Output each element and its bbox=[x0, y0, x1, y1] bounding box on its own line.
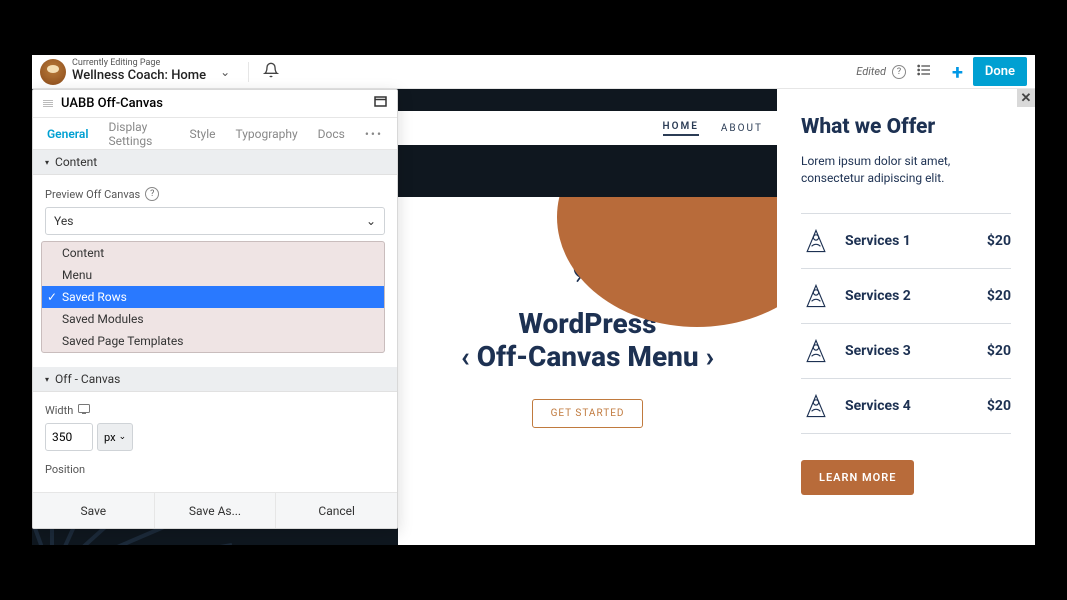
service-name: Services 1 bbox=[845, 233, 973, 249]
width-input[interactable] bbox=[45, 423, 93, 451]
done-button[interactable]: Done bbox=[973, 57, 1027, 86]
add-icon[interactable]: + bbox=[952, 60, 963, 84]
chevron-down-icon[interactable]: ⌄ bbox=[220, 65, 230, 79]
nav-home[interactable]: HOME bbox=[663, 121, 699, 136]
option-menu[interactable]: Menu bbox=[42, 264, 384, 286]
service-row[interactable]: Services 2 $20 bbox=[801, 269, 1011, 324]
panel-tabs: General Display Settings Style Typograph… bbox=[33, 118, 397, 150]
chevron-down-icon: ⌄ bbox=[119, 432, 127, 442]
page-title-block[interactable]: Currently Editing Page Wellness Coach: H… bbox=[72, 59, 206, 83]
section-offcanvas-toggle[interactable]: ▾Off - Canvas bbox=[33, 367, 397, 392]
get-started-button[interactable]: GET STARTED bbox=[532, 399, 644, 428]
page-title: Wellness Coach: Home bbox=[72, 69, 206, 83]
yoga-icon bbox=[801, 283, 831, 309]
preview-select[interactable]: Yes ⌄ bbox=[45, 207, 385, 235]
panel-header[interactable]: UABB Off-Canvas bbox=[33, 90, 397, 118]
tab-general[interactable]: General bbox=[47, 127, 88, 141]
cancel-button[interactable]: Cancel bbox=[276, 493, 397, 528]
settings-panel: UABB Off-Canvas General Display Settings… bbox=[32, 89, 398, 529]
offcanvas-blurb: Lorem ipsum dolor sit amet, consectetur … bbox=[801, 153, 1011, 187]
responsive-icon[interactable] bbox=[78, 404, 90, 417]
tab-docs[interactable]: Docs bbox=[318, 127, 345, 141]
chevron-down-icon: ⌄ bbox=[366, 214, 376, 228]
offcanvas-heading: What we Offer bbox=[801, 115, 1011, 139]
tab-style[interactable]: Style bbox=[190, 127, 216, 141]
service-name: Services 4 bbox=[845, 398, 973, 414]
site-nav: HOME ABOUT bbox=[398, 111, 777, 145]
tab-typography[interactable]: Typography bbox=[236, 127, 298, 141]
outline-icon[interactable] bbox=[916, 62, 932, 82]
yoga-icon bbox=[553, 227, 623, 297]
beaver-logo-icon bbox=[40, 59, 66, 85]
option-content[interactable]: Content bbox=[42, 242, 384, 264]
help-icon[interactable]: ? bbox=[145, 187, 159, 201]
width-label: Width bbox=[45, 404, 385, 417]
service-price: $20 bbox=[987, 288, 1011, 304]
option-saved-page-templates[interactable]: Saved Page Templates bbox=[42, 330, 384, 352]
section-content-toggle[interactable]: ▾Content bbox=[33, 150, 397, 175]
top-toolbar: Currently Editing Page Wellness Coach: H… bbox=[32, 55, 1035, 89]
learn-more-button[interactable]: LEARN MORE bbox=[801, 460, 914, 495]
nav-about[interactable]: ABOUT bbox=[721, 123, 763, 134]
hero-title-2: ‹ Off-Canvas Menu › bbox=[461, 340, 714, 373]
tab-display-settings[interactable]: Display Settings bbox=[108, 120, 169, 148]
option-saved-modules[interactable]: Saved Modules bbox=[42, 308, 384, 330]
service-row[interactable]: Services 3 $20 bbox=[801, 324, 1011, 379]
save-button[interactable]: Save bbox=[33, 493, 155, 528]
tabs-more-icon[interactable]: ••• bbox=[365, 127, 383, 141]
help-icon[interactable]: ? bbox=[892, 65, 906, 79]
yoga-icon bbox=[801, 338, 831, 364]
service-row[interactable]: Services 1 $20 bbox=[801, 213, 1011, 269]
yoga-icon bbox=[801, 393, 831, 419]
save-as-button[interactable]: Save As... bbox=[155, 493, 277, 528]
maximize-icon[interactable] bbox=[374, 96, 387, 111]
content-type-dropdown: Content Menu Saved Rows Saved Modules Sa… bbox=[41, 241, 385, 353]
service-price: $20 bbox=[987, 343, 1011, 359]
bell-icon[interactable] bbox=[248, 62, 279, 82]
service-price: $20 bbox=[987, 233, 1011, 249]
width-unit-select[interactable]: px⌄ bbox=[97, 423, 133, 451]
preview-label: Preview Off Canvas ? bbox=[45, 187, 385, 201]
hero-title-1: WordPress bbox=[519, 307, 657, 340]
offcanvas-sidebar: What we Offer Lorem ipsum dolor sit amet… bbox=[777, 89, 1035, 545]
panel-title: UABB Off-Canvas bbox=[61, 96, 374, 111]
panel-body: Preview Off Canvas ? Yes ⌄ Content Menu … bbox=[33, 175, 397, 492]
panel-footer: Save Save As... Cancel bbox=[33, 492, 397, 528]
option-saved-rows[interactable]: Saved Rows bbox=[42, 286, 384, 308]
close-offcanvas-icon[interactable]: ✕ bbox=[1017, 89, 1035, 107]
service-name: Services 2 bbox=[845, 288, 973, 304]
hero-section: WordPress ‹ Off-Canvas Menu › GET STARTE… bbox=[398, 197, 777, 545]
drag-handle-icon[interactable] bbox=[43, 100, 53, 107]
yoga-icon bbox=[801, 228, 831, 254]
position-label: Position bbox=[45, 463, 385, 476]
edited-status: Edited bbox=[856, 65, 886, 78]
service-price: $20 bbox=[987, 398, 1011, 414]
service-name: Services 3 bbox=[845, 343, 973, 359]
service-row[interactable]: Services 4 $20 bbox=[801, 379, 1011, 434]
